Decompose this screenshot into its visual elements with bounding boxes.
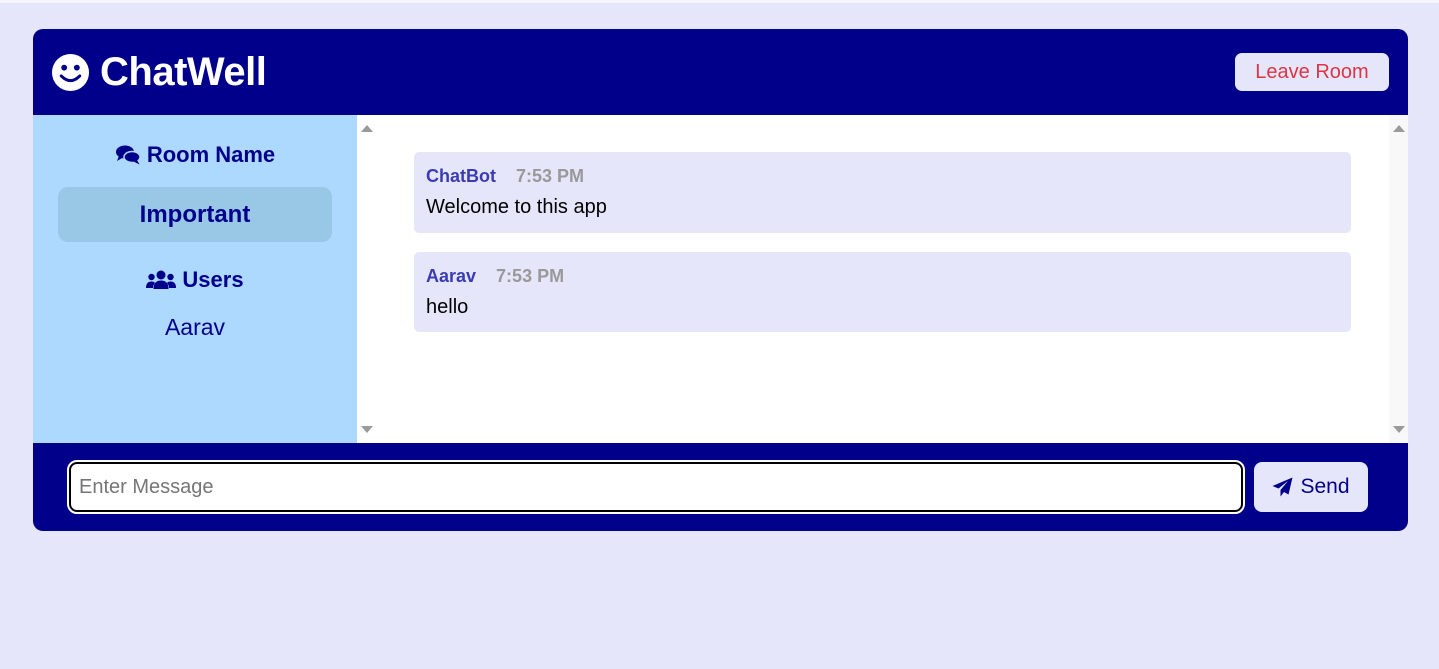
message-form: Send <box>33 443 1408 531</box>
users-heading: Users <box>58 264 332 296</box>
leave-room-button[interactable]: Leave Room <box>1235 53 1389 91</box>
sidebar-scrollbar[interactable] <box>357 115 376 443</box>
send-button[interactable]: Send <box>1254 462 1368 512</box>
scroll-up-arrow-icon[interactable] <box>1393 125 1405 132</box>
message-text: Welcome to this app <box>426 196 607 218</box>
message: ChatBot 7:53 PM Welcome to this app <box>414 152 1351 233</box>
room-name-heading: Room Name <box>58 139 332 171</box>
send-button-label: Send <box>1300 475 1350 498</box>
scroll-down-arrow-icon[interactable] <box>361 426 373 433</box>
message-time: 7:53 PM <box>496 266 565 286</box>
message-text: hello <box>426 296 469 318</box>
chat-container: ChatWell Leave Room Room Name Important <box>33 29 1408 531</box>
user-list: Aarav <box>58 310 332 344</box>
scroll-down-arrow-icon[interactable] <box>1393 426 1405 433</box>
top-strip <box>0 0 1439 3</box>
users-heading-label: Users <box>182 267 244 292</box>
paper-plane-icon <box>1272 477 1293 497</box>
message-author: Aarav <box>426 266 477 286</box>
brand: ChatWell <box>51 49 267 95</box>
comments-icon <box>115 145 141 165</box>
app-title: ChatWell <box>100 49 267 94</box>
message-author: ChatBot <box>426 166 496 186</box>
users-icon <box>146 270 177 289</box>
room-name: Important <box>58 187 332 242</box>
user-item: Aarav <box>164 314 226 340</box>
message-time: 7:53 PM <box>516 166 585 186</box>
chat-header: ChatWell Leave Room <box>33 29 1408 115</box>
message: Aarav 7:53 PM hello <box>414 252 1351 332</box>
message-input[interactable] <box>67 460 1245 514</box>
messages-scrollbar[interactable] <box>1389 115 1408 443</box>
smile-icon <box>51 53 90 92</box>
chat-main: Room Name Important Users Aarav ChatBot … <box>33 115 1408 443</box>
message-meta: Aarav 7:53 PM <box>426 264 1339 288</box>
sidebar: Room Name Important Users Aarav <box>33 115 357 443</box>
scroll-up-arrow-icon[interactable] <box>361 125 373 132</box>
room-name-heading-label: Room Name <box>146 142 276 167</box>
messages-panel: ChatBot 7:53 PM Welcome to this app Aarav… <box>376 115 1389 443</box>
message-meta: ChatBot 7:53 PM <box>426 164 1339 188</box>
